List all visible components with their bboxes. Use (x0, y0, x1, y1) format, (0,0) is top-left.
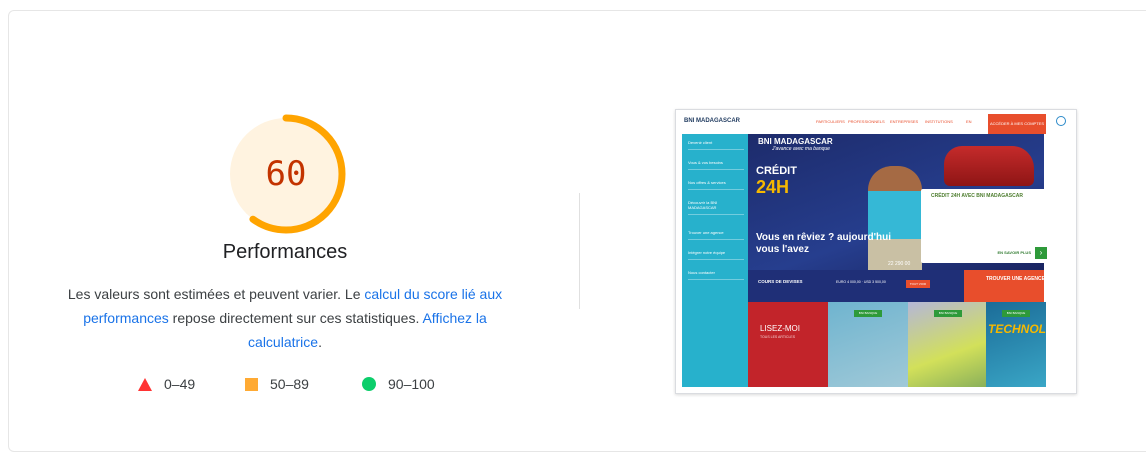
description-text: Les valeurs sont estimées et peuvent var… (67, 286, 365, 302)
site-nav-item: PARTICULIERS (816, 119, 845, 124)
agency-label: TROUVER UNE AGENCE (986, 276, 1045, 282)
site-sidebar-item: Devenir client (688, 140, 744, 150)
performance-description: Les valeurs sont estimées et peuvent var… (50, 282, 520, 354)
site-nav-item: INSTITUTIONS (925, 119, 953, 124)
legend-average: 50–89 (245, 376, 309, 392)
site-sidebar-item: Trouver une agence (688, 230, 744, 240)
chevron-right-icon: › (1035, 247, 1047, 259)
final-screenshot[interactable]: BNI MADAGASCAR PARTICULIERS PROFESSIONNE… (675, 109, 1077, 394)
panel-more-link: EN SAVOIR PLUS (997, 250, 1032, 255)
tile-tag: BNI BANQUE (934, 310, 962, 317)
fx-title: COURS DE DEVISES (758, 279, 803, 284)
exchange-rates-bar: COURS DE DEVISES EURO 4 000,00 · USD 3 5… (748, 270, 964, 302)
tile-tag: BNI BANQUE (854, 310, 882, 317)
description-text: . (318, 334, 322, 350)
find-agency-block: TROUVER UNE AGENCE (964, 270, 1061, 302)
techno-text: TECHNOL (988, 322, 1046, 336)
read-me-title: LISEZ-MOI (760, 324, 801, 333)
legend-fail-label: 0–49 (164, 376, 196, 392)
fx-button: TOUT VOIR (906, 280, 930, 288)
site-sidebar-item: Intégrer notre équipe (688, 250, 744, 260)
site-nav-item: PROFESSIONNELS (848, 119, 885, 124)
site-sidebar-item: Nos offres & services (688, 180, 744, 190)
site-sidebar-item: Vous & vos besoins (688, 160, 744, 170)
performance-score-value: 60 (265, 154, 307, 194)
section-divider (579, 193, 580, 309)
triangle-fail-icon (138, 377, 152, 391)
tile-tag: BNI BANQUE (1002, 310, 1030, 317)
promo-tile: BNI BANQUE (828, 302, 908, 387)
performance-title: Performances (222, 241, 348, 263)
hero-tagline: Vous en rêviez ? aujourd'hui vous l'avez (756, 232, 891, 255)
site-nav-item: EN (966, 119, 972, 124)
site-cta-button: ACCÉDER À MES COMPTES (988, 114, 1046, 134)
search-icon (1056, 116, 1066, 126)
legend-fail: 0–49 (138, 376, 195, 392)
hero-info-panel: CRÉDIT 24H AVEC BNI MADAGASCAR EN SAVOIR… (921, 189, 1049, 263)
promo-tile: BNI BANQUE TECHNOL (986, 302, 1046, 387)
hero-logo: BNI MADAGASCAR (758, 137, 833, 146)
description-text: repose directement sur ces statistiques. (168, 310, 423, 326)
hero-phone: 22 290 00 (888, 261, 911, 267)
site-sidebar-item: Nous contacter (688, 270, 744, 280)
hero-credit: CRÉDIT (756, 165, 797, 177)
read-me-subtitle: TOUS LES ARTICLES (760, 335, 796, 339)
site-logo: BNI MADAGASCAR (684, 118, 740, 124)
read-me-tile: LISEZ-MOI TOUS LES ARTICLES (748, 302, 828, 387)
score-legend: 0–49 50–89 90–100 (0, 376, 600, 396)
hero-credit-24h: 24H (756, 177, 790, 197)
circle-pass-icon (362, 377, 376, 391)
performance-score-gauge: 60 (224, 112, 348, 236)
map-pin-icon (1043, 273, 1061, 291)
legend-pass: 90–100 (362, 376, 435, 392)
legend-average-label: 50–89 (270, 376, 309, 392)
panel-title: CRÉDIT 24H AVEC BNI MADAGASCAR (931, 193, 1023, 199)
hero-subtitle: J'avance avec ma banque (772, 146, 830, 152)
car-image (944, 146, 1034, 186)
site-header: BNI MADAGASCAR PARTICULIERS PROFESSIONNE… (676, 110, 1076, 134)
site-sidebar: Devenir client Vous & vos besoins Nos of… (682, 134, 748, 387)
promo-tile: BNI BANQUE (908, 302, 986, 387)
legend-pass-label: 90–100 (388, 376, 435, 392)
fx-rates: EURO 4 000,00 · USD 3 500,00 (836, 280, 886, 284)
square-average-icon (245, 377, 258, 391)
site-nav-item: ENTREPRISES (890, 119, 919, 124)
site-sidebar-item: Découvrir la BNI MADAGASCAR (688, 200, 744, 215)
